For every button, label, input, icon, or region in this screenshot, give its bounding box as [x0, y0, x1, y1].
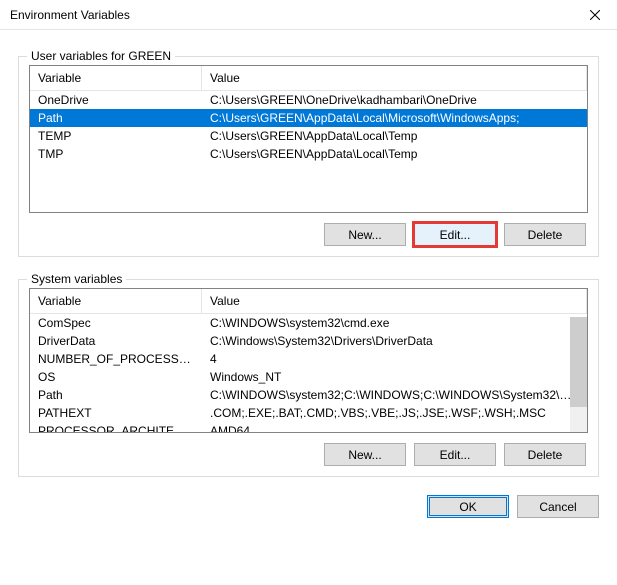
ok-button[interactable]: OK — [427, 495, 509, 518]
cell-variable: TMP — [30, 145, 202, 163]
cell-variable: OneDrive — [30, 91, 202, 109]
cell-variable: Path — [30, 386, 202, 404]
user-new-button[interactable]: New... — [324, 223, 406, 246]
user-variables-group: User variables for GREEN Variable Value … — [18, 56, 599, 257]
system-variables-table[interactable]: Variable Value ComSpecC:\WINDOWS\system3… — [29, 288, 588, 433]
table-row[interactable]: TMPC:\Users\GREEN\AppData\Local\Temp — [30, 145, 587, 163]
table-row[interactable]: PROCESSOR_ARCHITECTUREAMD64 — [30, 422, 587, 433]
cell-value: C:\Users\GREEN\AppData\Local\Microsoft\W… — [202, 109, 587, 127]
table-row[interactable]: DriverDataC:\Windows\System32\Drivers\Dr… — [30, 332, 587, 350]
cell-variable: DriverData — [30, 332, 202, 350]
cell-variable: PROCESSOR_ARCHITECTURE — [30, 422, 202, 433]
close-icon — [590, 10, 600, 20]
table-row[interactable]: NUMBER_OF_PROCESSORS4 — [30, 350, 587, 368]
table-row[interactable]: OSWindows_NT — [30, 368, 587, 386]
table-row[interactable]: PATHEXT.COM;.EXE;.BAT;.CMD;.VBS;.VBE;.JS… — [30, 404, 587, 422]
system-button-row: New... Edit... Delete — [29, 443, 588, 466]
cell-value: C:\WINDOWS\system32\cmd.exe — [202, 314, 587, 332]
cell-value: Windows_NT — [202, 368, 587, 386]
cell-variable: Path — [30, 109, 202, 127]
dialog-button-row: OK Cancel — [18, 495, 599, 518]
cancel-button[interactable]: Cancel — [517, 495, 599, 518]
user-edit-button[interactable]: Edit... — [414, 223, 496, 246]
table-row[interactable]: TEMPC:\Users\GREEN\AppData\Local\Temp — [30, 127, 587, 145]
close-button[interactable] — [572, 0, 617, 30]
cell-variable: ComSpec — [30, 314, 202, 332]
system-variables-label: System variables — [27, 272, 126, 286]
column-header-value[interactable]: Value — [202, 66, 587, 90]
scrollbar[interactable] — [570, 317, 587, 432]
cell-value: C:\Users\GREEN\AppData\Local\Temp — [202, 127, 587, 145]
user-table-body: OneDriveC:\Users\GREEN\OneDrive\kadhamba… — [30, 91, 587, 163]
cell-value: C:\Windows\System32\Drivers\DriverData — [202, 332, 587, 350]
table-row[interactable]: PathC:\Users\GREEN\AppData\Local\Microso… — [30, 109, 587, 127]
titlebar: Environment Variables — [0, 0, 617, 30]
column-header-variable[interactable]: Variable — [30, 289, 202, 313]
cell-value: AMD64 — [202, 422, 587, 433]
system-variables-group: System variables Variable Value ComSpecC… — [18, 279, 599, 477]
content-area: User variables for GREEN Variable Value … — [0, 30, 617, 528]
user-table-header: Variable Value — [30, 66, 587, 91]
scroll-thumb[interactable] — [570, 317, 587, 407]
system-table-header: Variable Value — [30, 289, 587, 314]
system-new-button[interactable]: New... — [324, 443, 406, 466]
column-header-value[interactable]: Value — [202, 289, 587, 313]
cell-value: 4 — [202, 350, 587, 368]
system-delete-button[interactable]: Delete — [504, 443, 586, 466]
table-row[interactable]: ComSpecC:\WINDOWS\system32\cmd.exe — [30, 314, 587, 332]
user-variables-table[interactable]: Variable Value OneDriveC:\Users\GREEN\On… — [29, 65, 588, 213]
user-delete-button[interactable]: Delete — [504, 223, 586, 246]
cell-value: C:\WINDOWS\system32;C:\WINDOWS;C:\WINDOW… — [202, 386, 587, 404]
cell-value: C:\Users\GREEN\OneDrive\kadhambari\OneDr… — [202, 91, 587, 109]
system-edit-button[interactable]: Edit... — [414, 443, 496, 466]
cell-variable: NUMBER_OF_PROCESSORS — [30, 350, 202, 368]
cell-variable: TEMP — [30, 127, 202, 145]
cell-variable: OS — [30, 368, 202, 386]
cell-value: C:\Users\GREEN\AppData\Local\Temp — [202, 145, 587, 163]
user-button-row: New... Edit... Delete — [29, 223, 588, 246]
user-variables-label: User variables for GREEN — [27, 49, 175, 63]
window-title: Environment Variables — [10, 8, 130, 22]
cell-variable: PATHEXT — [30, 404, 202, 422]
cell-value: .COM;.EXE;.BAT;.CMD;.VBS;.VBE;.JS;.JSE;.… — [202, 404, 587, 422]
column-header-variable[interactable]: Variable — [30, 66, 202, 90]
table-row[interactable]: OneDriveC:\Users\GREEN\OneDrive\kadhamba… — [30, 91, 587, 109]
system-table-body: ComSpecC:\WINDOWS\system32\cmd.exeDriver… — [30, 314, 587, 433]
table-row[interactable]: PathC:\WINDOWS\system32;C:\WINDOWS;C:\WI… — [30, 386, 587, 404]
